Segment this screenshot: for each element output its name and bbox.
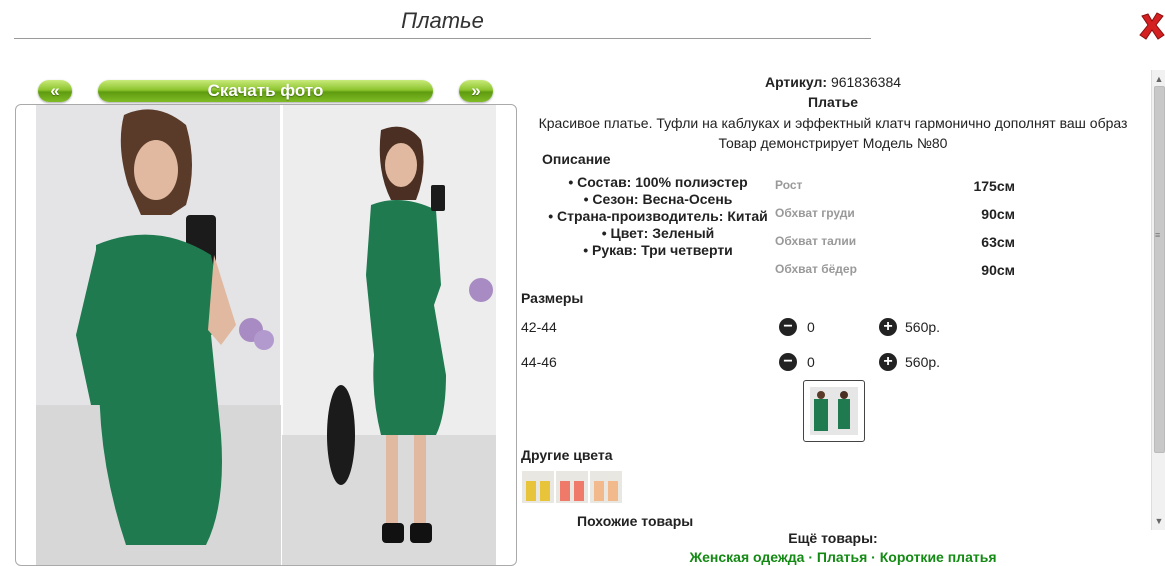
product-name: Платье [808, 94, 858, 110]
measurement-row: Рост 175см [775, 176, 1015, 204]
color-swatch[interactable] [556, 471, 588, 503]
minus-icon[interactable]: − [779, 318, 797, 336]
color-swatch[interactable] [590, 471, 622, 503]
product-info-panel: Артикул: 961836384 Платье Красивое плать… [518, 0, 1148, 565]
product-description: Красивое платье. Туфли на каблуках и эфф… [538, 115, 1128, 131]
more-title: Ещё товары: [788, 530, 878, 546]
description-item: Рукав: Три четверти [538, 242, 778, 259]
prev-photo-button[interactable]: « [38, 80, 72, 102]
scrollbar[interactable]: ▲ ≡ ▼ [1151, 70, 1165, 530]
sizes-title: Размеры [521, 290, 584, 306]
measurement-label: Обхват груди [775, 206, 855, 220]
scroll-up-icon[interactable]: ▲ [1152, 72, 1165, 86]
article-label: Артикул: [764, 74, 828, 90]
size-price: 560р. [905, 354, 941, 370]
scroll-down-icon[interactable]: ▼ [1152, 514, 1165, 528]
description-item: Цвет: Зеленый [538, 225, 778, 242]
other-colors-title: Другие цвета [521, 447, 613, 463]
plus-icon[interactable]: + [879, 318, 897, 336]
measurement-label: Обхват бёдер [775, 262, 857, 276]
minus-icon[interactable]: − [779, 353, 797, 371]
size-quantity: 0 [807, 354, 815, 370]
scroll-grip-icon: ≡ [1155, 230, 1161, 240]
measurement-value: 63см [981, 234, 1015, 250]
product-photo [15, 104, 517, 566]
color-swatches [522, 471, 624, 508]
description-item: Страна-производитель: Китай [538, 208, 778, 225]
measurement-value: 90см [981, 206, 1015, 222]
size-name: 44-46 [521, 354, 557, 370]
similar-title: Похожие товары [577, 513, 694, 529]
color-swatch[interactable] [522, 471, 554, 503]
description-title: Описание [542, 151, 611, 167]
download-photo-button[interactable]: Скачать фото [98, 80, 433, 102]
scrollbar-thumb[interactable] [1154, 86, 1165, 453]
size-quantity: 0 [807, 319, 815, 335]
model-note: Товар демонстрирует Модель №80 [718, 135, 948, 151]
measurement-row: Обхват талии 63см [775, 232, 1015, 260]
measurement-row: Обхват бёдер 90см [775, 260, 1015, 288]
size-name: 42-44 [521, 319, 557, 335]
description-list: Состав: 100% полиэстер Сезон: Весна-Осен… [538, 174, 778, 259]
more-links[interactable]: Женская одежда · Платья · Короткие плать… [518, 549, 1165, 565]
description-item: Состав: 100% полиэстер [538, 174, 778, 191]
measurement-label: Рост [775, 178, 803, 192]
description-item: Сезон: Весна-Осень [538, 191, 778, 208]
article-line: Артикул: 961836384 [518, 74, 1148, 90]
size-row: 42-44 − 0 + 560р. [521, 318, 951, 339]
measurement-label: Обхват талии [775, 234, 857, 248]
measurement-row: Обхват груди 90см [775, 204, 1015, 232]
measurement-value: 90см [981, 262, 1015, 278]
plus-icon[interactable]: + [879, 353, 897, 371]
size-price: 560р. [905, 319, 941, 335]
product-thumbnail[interactable] [803, 380, 865, 442]
next-photo-button[interactable]: » [459, 80, 493, 102]
measurements-table: Рост 175см Обхват груди 90см Обхват тали… [775, 176, 1015, 288]
article-value: 961836384 [830, 74, 902, 90]
measurement-value: 175см [973, 178, 1015, 194]
size-row: 44-46 − 0 + 560р. [521, 353, 951, 374]
